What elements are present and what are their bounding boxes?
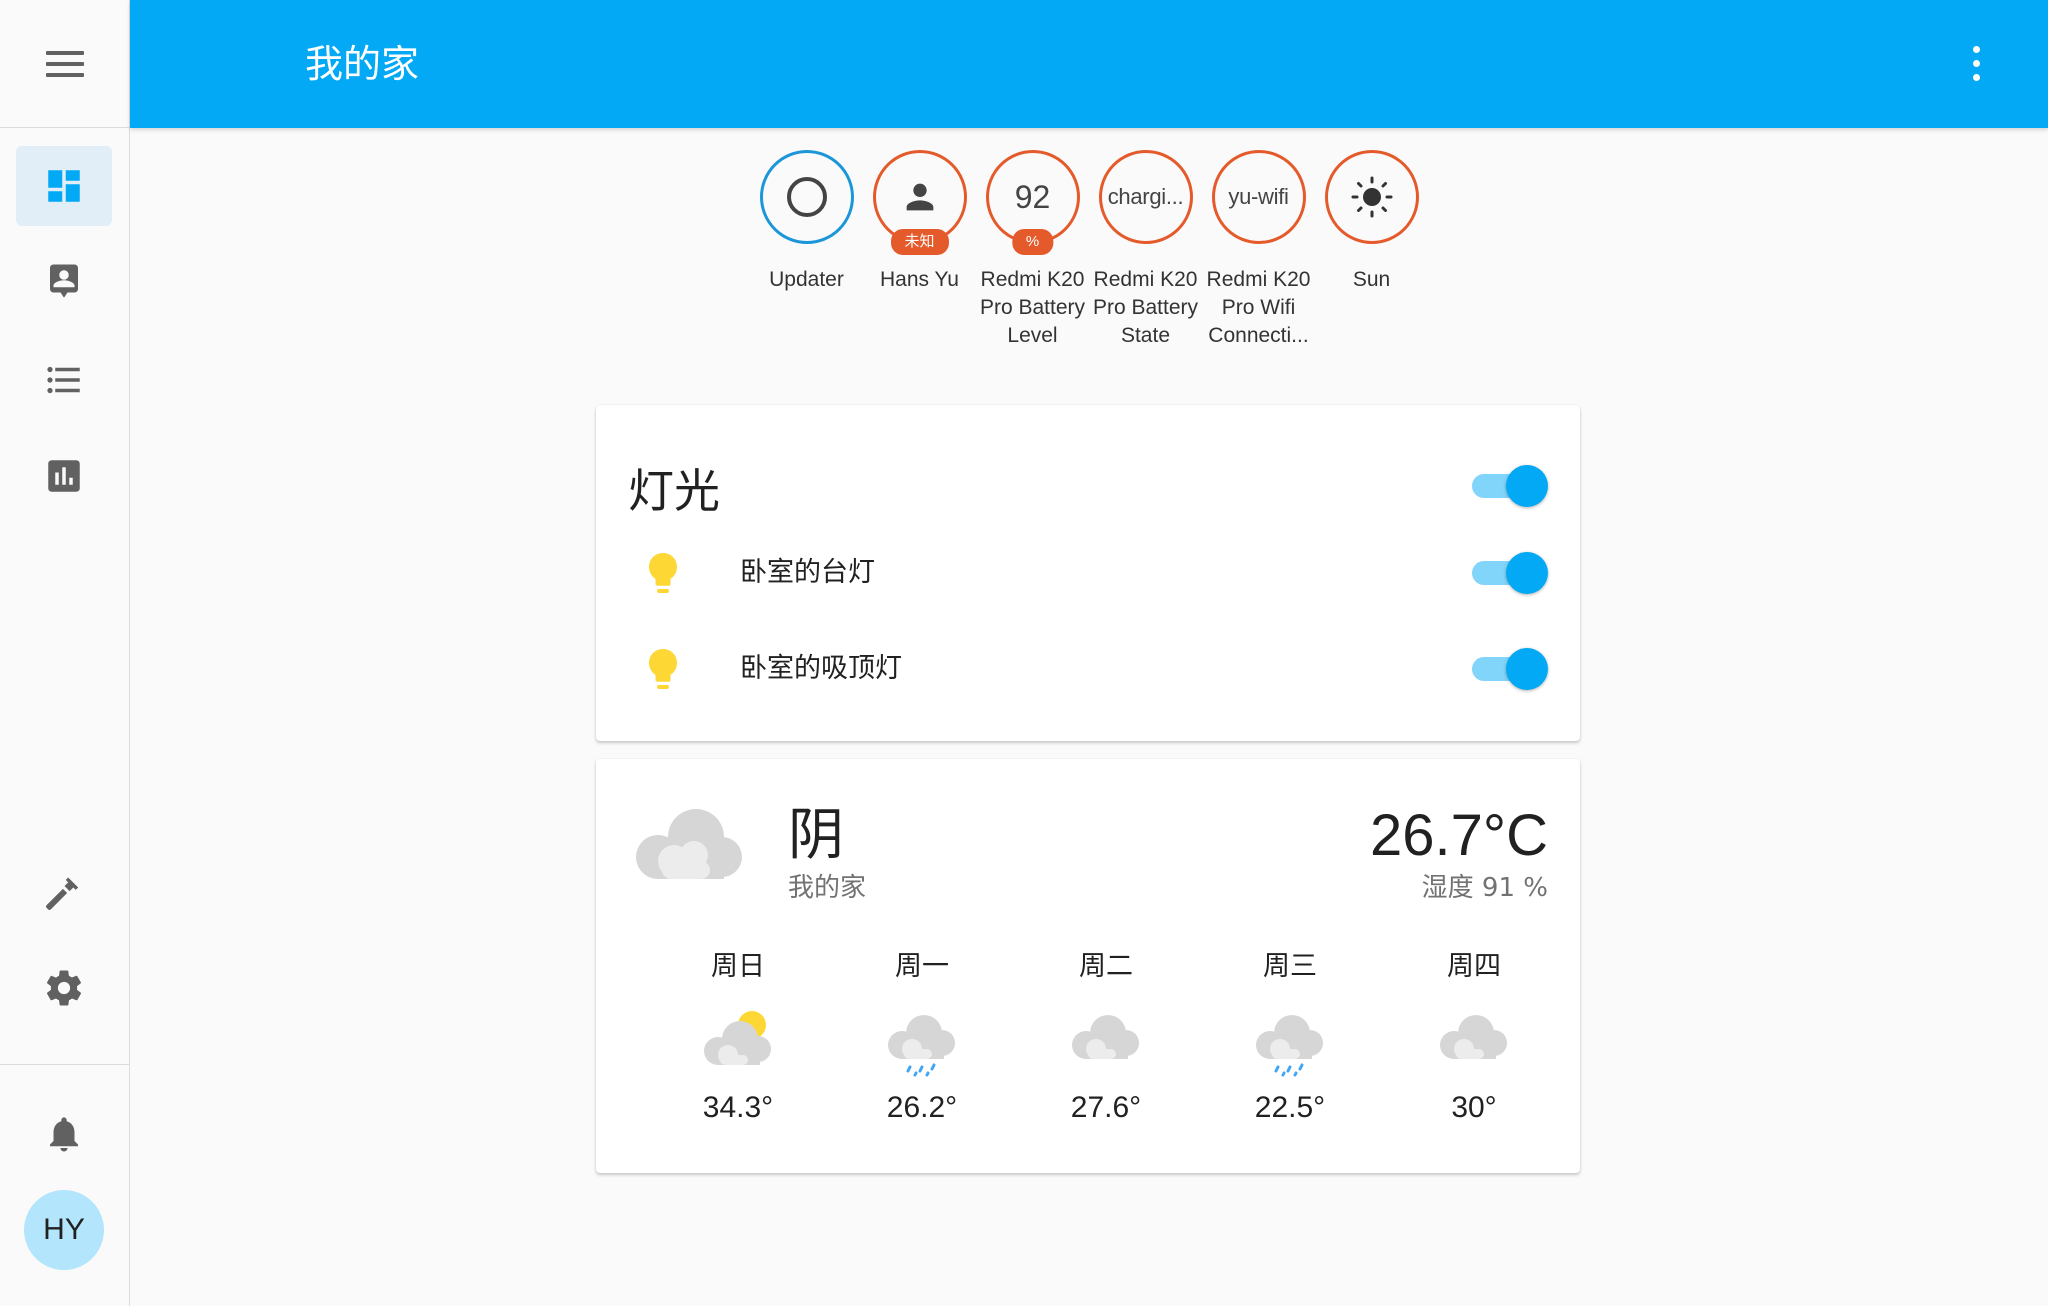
badge-label: Updater: [769, 268, 844, 291]
badge-unit: 未知: [890, 229, 949, 255]
badge-label: Hans Yu: [879, 268, 959, 291]
format-list-bulleted-icon: [47, 366, 80, 394]
weather-condition: 阴: [788, 803, 844, 868]
forecast-day-name: 周一: [895, 951, 949, 982]
forecast-day-name: 周二: [1079, 951, 1133, 982]
sidebar-item-developer-tools[interactable]: [16, 852, 112, 932]
cloudy-icon: [636, 809, 742, 879]
entity-row-ceiling-light: 卧室的吸顶灯: [596, 629, 1580, 709]
weather-card[interactable]: 阴 我的家 26.7°C 湿度 91 % 周日 34.3° 周一 26.2° 周…: [596, 759, 1580, 1173]
lights-card: 灯光 卧室的台灯 卧室的吸顶灯: [596, 405, 1580, 741]
badge-circle: 未知: [872, 150, 967, 255]
badge-circle: [759, 150, 854, 244]
rainy-icon: [1256, 1015, 1323, 1077]
weather-location: 我的家: [788, 873, 867, 903]
badge-sun[interactable]: Sun: [1315, 150, 1428, 294]
forecast-day-name: 周日: [711, 951, 765, 982]
badge-circle: 92 %: [985, 150, 1080, 255]
sidebar: HY: [0, 0, 130, 1306]
badge-value: chargi...: [1107, 184, 1184, 209]
sidebar-item-overview[interactable]: [16, 146, 112, 226]
sidebar-item-history[interactable]: [16, 436, 112, 516]
forecast-temp: 30°: [1451, 1091, 1497, 1124]
forecast-day: 周日 34.3°: [646, 949, 830, 1125]
person-icon: [906, 183, 933, 211]
entity-name[interactable]: 卧室的台灯: [740, 555, 875, 591]
badge-updater[interactable]: Updater: [750, 150, 863, 294]
badge-unit: %: [1011, 229, 1054, 255]
cloudy-icon: [1440, 1015, 1507, 1059]
badge-label: Redmi K20 Pro Battery Level: [979, 268, 1086, 347]
badge-wifi-connection[interactable]: yu-wifi Redmi K20 Pro Wifi Connecti...: [1202, 150, 1315, 350]
forecast-day: 周三 22.5°: [1198, 949, 1382, 1125]
dashboard-icon: [48, 170, 80, 202]
badge-circle: [1324, 150, 1419, 244]
master-toggle[interactable]: [1472, 463, 1548, 509]
chart-box-icon: [48, 460, 80, 492]
card-title: 灯光: [628, 464, 720, 518]
entity-toggle[interactable]: [1472, 646, 1548, 692]
lightbulb-icon: [649, 649, 677, 689]
partly-cloudy-icon: [704, 1011, 771, 1065]
sun-icon: [1351, 176, 1392, 218]
badge-battery-level[interactable]: 92 % Redmi K20 Pro Battery Level: [976, 150, 1089, 350]
forecast-day: 周四 30°: [1382, 949, 1566, 1125]
badge-value: yu-wifi: [1228, 184, 1289, 209]
lightbulb-icon: [649, 553, 677, 593]
sidebar-item-notifications[interactable]: [16, 1094, 112, 1174]
sidebar-divider: [0, 1064, 130, 1065]
forecast-day-name: 周四: [1447, 951, 1501, 982]
page-title: 我的家: [305, 42, 420, 86]
forecast-temp: 27.6°: [1070, 1091, 1142, 1124]
badge-battery-state[interactable]: chargi... Redmi K20 Pro Battery State: [1089, 150, 1202, 350]
updater-circle-icon: [786, 177, 827, 217]
badge-label: Redmi K20 Pro Battery State: [1092, 268, 1199, 347]
badge-circle: yu-wifi: [1211, 150, 1306, 244]
menu-icon[interactable]: [45, 50, 84, 77]
sidebar-header: [0, 0, 129, 128]
weather-temperature: 26.7°C: [1370, 803, 1548, 868]
cloudy-icon: [1072, 1015, 1139, 1059]
badge-label: Redmi K20 Pro Wifi Connecti...: [1206, 268, 1311, 347]
forecast-temp: 26.2°: [886, 1091, 958, 1124]
sidebar-item-configuration[interactable]: [16, 948, 112, 1028]
bell-icon: [50, 1117, 78, 1152]
forecast-temp: 34.3°: [702, 1091, 774, 1124]
entity-row-desk-lamp: 卧室的台灯: [596, 533, 1580, 613]
weather-humidity: 湿度 91 %: [1421, 873, 1548, 903]
forecast-day: 周一 26.2°: [830, 949, 1014, 1125]
forecast-temp: 22.5°: [1254, 1091, 1326, 1124]
badge-person[interactable]: 未知 Hans Yu: [863, 150, 976, 294]
badge-circle: chargi...: [1098, 150, 1193, 244]
sidebar-item-logbook[interactable]: [16, 340, 112, 420]
badge-label: Sun: [1352, 268, 1391, 291]
cog-icon: [46, 970, 82, 1006]
entity-name[interactable]: 卧室的吸顶灯: [740, 651, 902, 687]
account-location-icon: [50, 264, 78, 298]
user-avatar[interactable]: HY: [24, 1190, 104, 1270]
sidebar-item-map[interactable]: [16, 242, 112, 322]
forecast-day-name: 周三: [1263, 951, 1317, 982]
forecast-day: 周二 27.6°: [1014, 949, 1198, 1125]
badges-row: Updater 未知 Hans Yu 92 % Redmi K20 Pro Ba…: [750, 150, 1430, 390]
more-vert-icon[interactable]: [1970, 46, 1982, 82]
badge-value: 92: [1014, 178, 1051, 215]
hammer-icon: [45, 877, 79, 911]
rainy-icon: [888, 1015, 955, 1077]
app-header: 我的家: [130, 0, 2048, 128]
entity-toggle[interactable]: [1472, 550, 1548, 596]
